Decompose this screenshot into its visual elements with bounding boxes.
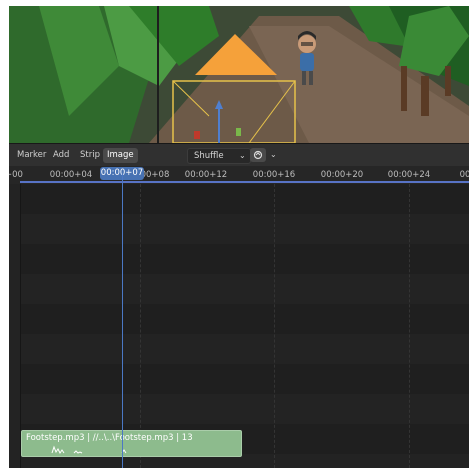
menu-add[interactable]: Add	[49, 148, 73, 163]
grid-line	[274, 184, 275, 468]
ruler-tick: 00	[459, 170, 469, 180]
menu-image[interactable]: Image	[103, 148, 138, 163]
pivot-dropdown[interactable]: Shuffle ⌄	[187, 148, 251, 164]
channel-row	[9, 184, 469, 214]
ruler-tick: 00:00+24	[387, 170, 431, 180]
snap-toggle-button[interactable]	[250, 148, 266, 162]
preview-range-bar	[20, 181, 469, 183]
scene-render	[9, 6, 469, 143]
grid-line	[140, 184, 141, 468]
pivot-dropdown-value: Shuffle	[194, 151, 224, 161]
channel-row	[9, 214, 469, 244]
channel-row	[9, 364, 469, 394]
ruler-tick: 00:00+12	[184, 170, 228, 180]
ruler-tick: +00	[9, 170, 23, 180]
ruler-tick: 00:00+20	[320, 170, 364, 180]
ruler-tick: 00+08	[140, 170, 170, 180]
ruler-tick: 00:00+04	[49, 170, 93, 180]
ruler-tick: 00:00+16	[252, 170, 296, 180]
channel-row	[9, 244, 469, 274]
timeline-area[interactable]: Footstep.mp3 | //..\..\Footstep.mp3 | 13	[9, 184, 469, 468]
channel-row	[9, 394, 469, 424]
grid-line	[409, 184, 410, 468]
menu-strip[interactable]: Strip	[76, 148, 104, 163]
waveform	[51, 445, 127, 454]
snap-icon	[253, 150, 263, 160]
sequencer-header: Marker Add Strip Image Shuffle ⌄ ⌄	[9, 143, 469, 166]
menu-marker[interactable]: Marker	[13, 148, 50, 163]
snap-options-chevron-icon[interactable]: ⌄	[270, 148, 277, 162]
channel-row	[9, 274, 469, 304]
channel-row	[9, 304, 469, 334]
preview-viewport[interactable]	[9, 6, 469, 143]
channel-gutter	[9, 184, 21, 468]
playhead-line[interactable]	[122, 174, 123, 468]
sequencer-window: Marker Add Strip Image Shuffle ⌄ ⌄ +00 0…	[9, 6, 469, 468]
channel-row	[9, 334, 469, 364]
sound-strip-label: Footstep.mp3 | //..\..\Footstep.mp3 | 13	[26, 433, 193, 443]
sound-strip[interactable]: Footstep.mp3 | //..\..\Footstep.mp3 | 13	[21, 430, 242, 457]
chevron-down-icon: ⌄	[239, 151, 246, 160]
